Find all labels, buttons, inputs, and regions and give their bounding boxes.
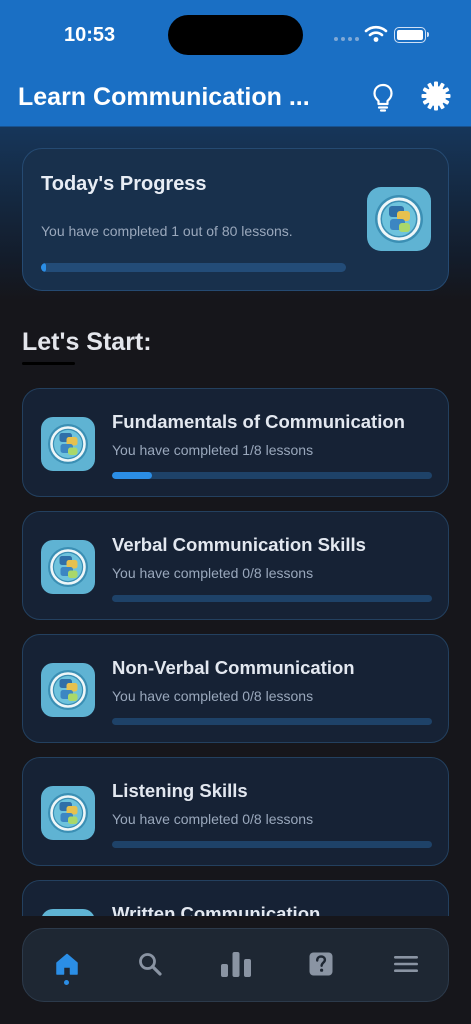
course-logo-icon <box>41 663 95 717</box>
status-time: 10:53 <box>64 24 116 46</box>
course-progress-text: You have completed 0/8 lessons <box>112 688 314 704</box>
section-title: Let's Start: <box>22 328 152 356</box>
course-title: Non-Verbal Communication <box>112 657 355 678</box>
todays-progress-fill <box>41 263 46 272</box>
search-icon <box>139 953 162 976</box>
course-logo-icon <box>41 786 95 840</box>
cellular-signal-icon <box>334 37 359 41</box>
app-title: Learn Communication ... <box>18 83 310 111</box>
active-tab-indicator <box>64 980 69 985</box>
wifi-icon <box>364 25 388 42</box>
home-icon <box>56 953 78 975</box>
course-progress-fill <box>112 472 152 479</box>
course-progress-text: You have completed 0/8 lessons <box>112 565 314 581</box>
course-card[interactable]: Verbal Communication Skills You have comp… <box>22 511 449 620</box>
course-progress-bar <box>112 841 432 848</box>
lightbulb-icon <box>373 83 393 112</box>
tab-stats[interactable] <box>219 947 253 981</box>
tab-quiz[interactable] <box>304 947 338 981</box>
course-card[interactable]: Listening Skills You have completed 0/8 l… <box>22 757 449 866</box>
course-progress-bar <box>112 472 432 479</box>
tab-search[interactable] <box>133 947 167 981</box>
course-card[interactable]: Non-Verbal Communication You have complet… <box>22 634 449 743</box>
dynamic-island <box>168 15 303 55</box>
course-logo-icon <box>41 540 95 594</box>
menu-icon <box>394 956 418 972</box>
course-card[interactable]: Fundamentals of Communication You have co… <box>22 388 449 497</box>
todays-progress-bar <box>41 263 346 272</box>
app-logo-icon <box>367 187 431 251</box>
course-progress-text: You have completed 1/8 lessons <box>112 442 314 458</box>
status-bar: 10:53 <box>0 0 471 70</box>
lightbulb-button[interactable] <box>368 82 398 112</box>
tab-bar <box>22 928 449 1002</box>
course-title: Listening Skills <box>112 780 248 801</box>
todays-progress-subtitle: You have completed 1 out of 80 lessons. <box>41 223 293 239</box>
question-icon <box>309 952 333 976</box>
tab-home[interactable] <box>50 947 84 981</box>
course-progress-bar <box>112 718 432 725</box>
battery-icon <box>394 27 429 43</box>
course-title: Verbal Communication Skills <box>112 534 366 555</box>
course-progress-bar <box>112 595 432 602</box>
section-underline <box>22 362 75 365</box>
tab-menu[interactable] <box>389 947 423 981</box>
gear-icon <box>421 81 451 111</box>
bar-chart-icon <box>221 952 251 977</box>
settings-button[interactable] <box>420 80 452 112</box>
course-logo-icon <box>41 417 95 471</box>
course-progress-text: You have completed 0/8 lessons <box>112 811 314 827</box>
course-title: Fundamentals of Communication <box>112 411 405 432</box>
todays-progress-card: Today's Progress You have completed 1 ou… <box>22 148 449 291</box>
todays-progress-title: Today's Progress <box>41 173 207 195</box>
